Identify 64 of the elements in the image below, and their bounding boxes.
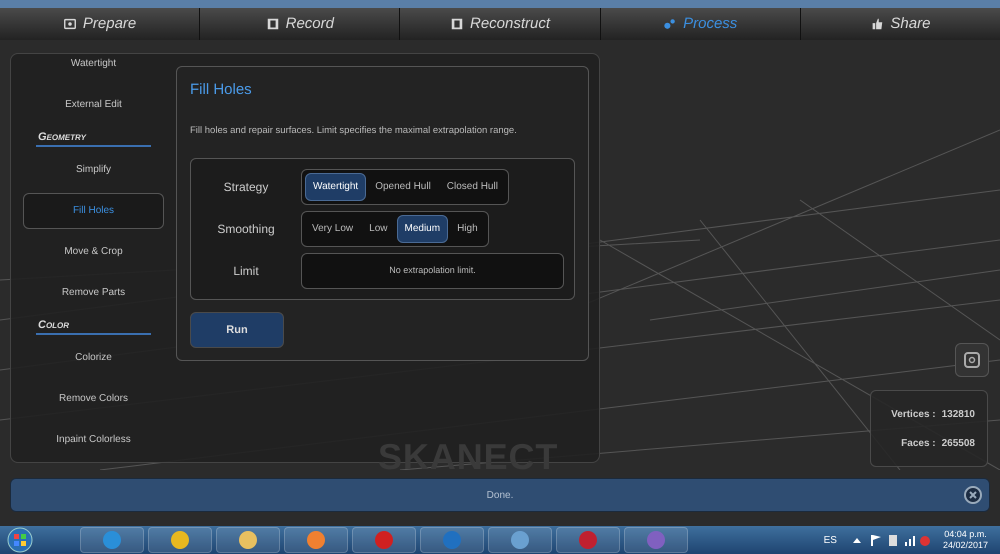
segment-button[interactable]: Opened Hull: [368, 172, 438, 201]
taskbar-button[interactable]: [216, 527, 280, 553]
taskbar-button[interactable]: [352, 527, 416, 553]
clock-time: 04:04 p.m.: [944, 529, 987, 540]
sidebar-item[interactable]: Colorize: [23, 340, 164, 376]
taskbar-button[interactable]: [80, 527, 144, 553]
film-icon: [266, 17, 280, 31]
photo-icon: [62, 17, 77, 31]
status-message: Done.: [486, 488, 514, 502]
stat-label: Vertices :: [891, 408, 936, 422]
sidebar-item[interactable]: Fill Holes: [23, 192, 164, 228]
panel-title: Fill Holes: [190, 80, 253, 100]
app-icon: [307, 531, 325, 549]
film-icon: [450, 17, 464, 31]
app-icon: [443, 531, 461, 549]
app-icon: [579, 531, 597, 549]
sidebar-item[interactable]: Watertight: [23, 54, 164, 82]
sidebar-item[interactable]: Move & Crop: [23, 234, 164, 270]
option-label: Strategy: [222, 178, 270, 196]
segment-button[interactable]: Watertight: [305, 172, 366, 201]
sidebar-item[interactable]: Remove Parts: [23, 274, 164, 310]
segment-button[interactable]: Low: [362, 214, 394, 243]
segment-button[interactable]: Medium: [396, 214, 448, 243]
segment-button[interactable]: Very Low: [305, 214, 360, 243]
stat-value: 265508: [942, 436, 975, 450]
limit-field[interactable]: No extrapolation limit.: [301, 252, 564, 289]
sidebar-item[interactable]: External Edit: [23, 86, 164, 122]
segment-button[interactable]: High: [450, 214, 485, 243]
camera-button[interactable]: [955, 343, 989, 377]
segment-button[interactable]: Closed Hull: [440, 172, 505, 201]
app-icon: [375, 531, 393, 549]
app-icon: [647, 531, 665, 549]
clock-date: 24/02/2017: [942, 540, 988, 551]
taskbar-button[interactable]: [624, 527, 688, 553]
sidebar-item[interactable]: Simplify: [23, 152, 164, 188]
app-icon: [171, 531, 189, 549]
camera-icon: [964, 352, 980, 368]
section-heading: Geometry: [36, 127, 151, 147]
close-icon[interactable]: [963, 485, 983, 505]
taskbar-button[interactable]: [488, 527, 552, 553]
panel-description: Fill holes and repair surfaces. Limit specifies the maximal extrapolation range.: [190, 124, 518, 138]
app-icon: [511, 531, 529, 549]
step-tab[interactable]: Reconstruct: [400, 8, 601, 40]
sidebar-item[interactable]: Inpaint Colorless: [23, 422, 164, 458]
gears-icon: [663, 17, 678, 31]
sidebar-item[interactable]: Remove Colors: [23, 380, 164, 416]
thumbs-up-icon: [870, 17, 884, 31]
app-icon: [103, 531, 121, 549]
step-tab[interactable]: Record: [200, 8, 400, 40]
app-icon: [239, 531, 257, 549]
taskbar-button[interactable]: [420, 527, 484, 553]
run-button[interactable]: Run: [190, 312, 284, 348]
taskbar-button[interactable]: [556, 527, 620, 553]
stat-value: 132810: [942, 408, 975, 422]
option-label: Limit: [232, 262, 260, 280]
step-tab[interactable]: Prepare: [0, 8, 200, 40]
step-tab[interactable]: Share: [800, 8, 1000, 40]
taskbar-button[interactable]: [148, 527, 212, 553]
step-tab[interactable]: Process: [600, 8, 801, 40]
taskbar-button[interactable]: [284, 527, 348, 553]
language-indicator[interactable]: ES: [824, 532, 837, 548]
section-heading: Color: [36, 315, 151, 335]
option-label: Smoothing: [216, 220, 276, 238]
stat-label: Faces :: [901, 436, 936, 450]
